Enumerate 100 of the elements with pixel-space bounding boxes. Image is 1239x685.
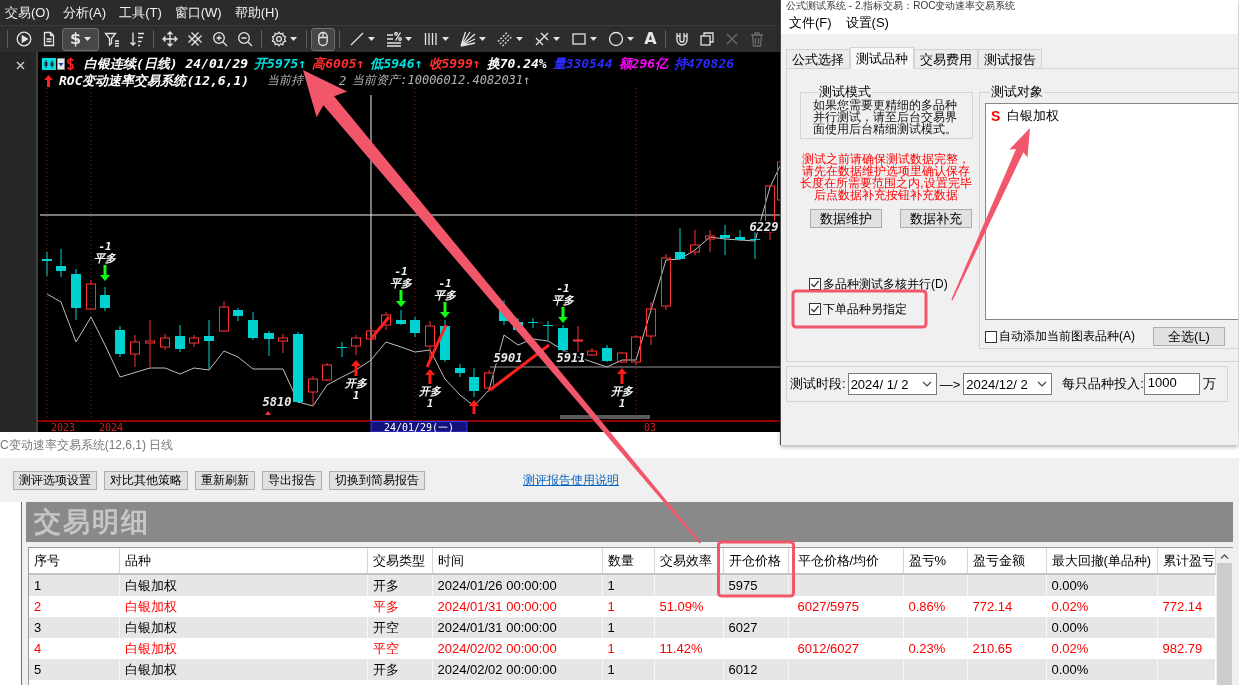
- toolbar-button[interactable]: $: [62, 27, 100, 51]
- candlestick: [484, 369, 494, 393]
- help-link[interactable]: 测评报告使用说明: [523, 472, 619, 489]
- column-header[interactable]: 数量: [602, 548, 654, 574]
- trade-line: [489, 343, 550, 392]
- column-header[interactable]: 累计盈亏: [1157, 548, 1215, 574]
- quote-text: 开5975↑: [254, 54, 307, 73]
- tab[interactable]: 公式选择: [786, 49, 850, 68]
- column-header[interactable]: 盈亏金额: [967, 548, 1046, 574]
- checkbox[interactable]: [809, 303, 821, 315]
- fan-lines-icon: [460, 31, 477, 47]
- menu-item[interactable]: 设置(S): [845, 14, 889, 32]
- column-header[interactable]: 品种: [119, 548, 367, 574]
- checkbox-label[interactable]: 自动添加当前图表品种(A): [999, 328, 1135, 345]
- column-header[interactable]: 交易效率: [654, 548, 723, 574]
- column-header[interactable]: 平仓价格/均价: [788, 548, 903, 574]
- checkbox[interactable]: [809, 278, 821, 290]
- input-field[interactable]: 1000: [1143, 373, 1200, 395]
- close-icon[interactable]: [16, 61, 25, 70]
- table-cell: 6027: [723, 617, 788, 638]
- column-header[interactable]: 时间: [432, 548, 602, 574]
- menu-item[interactable]: 分析(A): [62, 3, 107, 22]
- menu-item[interactable]: 交易(O): [5, 3, 50, 22]
- table-cell: 51.09%: [654, 596, 723, 617]
- toolbar-button[interactable]: 重新刷新: [195, 471, 255, 490]
- filter-icon: [104, 31, 121, 47]
- caret-icon: [553, 37, 561, 41]
- action-button[interactable]: 数据维护: [810, 209, 882, 228]
- toolbar-button[interactable]: 切换到简易报告: [329, 471, 425, 490]
- settings-icon: [271, 31, 288, 47]
- table-row[interactable]: 5 白银加权 开多 2024/02/02 00:00:00 1 6012 0.00%: [29, 659, 1215, 680]
- toolbar-button[interactable]: 测评选项设置: [13, 471, 97, 490]
- menu-item[interactable]: 帮助(H): [234, 3, 279, 22]
- select-all-button[interactable]: 全选(L): [1153, 327, 1225, 346]
- up-arrow-icon: [469, 400, 479, 414]
- action-button[interactable]: 数据补充: [900, 209, 972, 228]
- table-row[interactable]: 2 白银加权 平多 2024/01/31 00:00:00 1 51.09% 6027/5975 0.86% 772.14 0.02% 772.14: [29, 596, 1215, 617]
- column-header[interactable]: 最大回撤(单品种): [1046, 548, 1157, 574]
- candlestick: [219, 300, 229, 333]
- column-header[interactable]: 开仓价格: [723, 548, 788, 574]
- rectangle-icon: [571, 31, 588, 47]
- percent-lines-icon: [386, 31, 403, 47]
- candlestick-icon[interactable]: [42, 57, 56, 70]
- signal-label: 平多: [434, 289, 456, 302]
- windows-icon: [698, 31, 715, 47]
- signal-label: 平多: [552, 294, 574, 307]
- checkbox[interactable]: [985, 330, 997, 343]
- toolbar-button[interactable]: 导出报告: [262, 471, 322, 490]
- chevron-icon: [921, 381, 932, 387]
- checkbox-label[interactable]: 多品种测试多核并行(D): [823, 275, 948, 293]
- field-label: 每只品种投入:: [1062, 375, 1144, 393]
- crosshatch-icon: [187, 31, 204, 47]
- table-cell: 4: [29, 638, 119, 659]
- table-cell: 772.14: [1157, 596, 1215, 617]
- table-cell: 5: [29, 659, 119, 680]
- candlestick: [175, 324, 185, 353]
- caret-icon: [442, 37, 450, 41]
- menu-item[interactable]: 窗口(W): [174, 3, 222, 22]
- range-arrow: —>: [939, 376, 961, 392]
- candlestick: [617, 351, 627, 364]
- candlestick: [248, 311, 258, 341]
- down-arrow-icon: [396, 290, 406, 307]
- tab[interactable]: 交易费用: [914, 49, 978, 68]
- price-label: 5901: [493, 351, 523, 365]
- toolbar-button[interactable]: A: [640, 27, 661, 51]
- tab[interactable]: 测试品种: [850, 47, 914, 69]
- scroll-up-icon[interactable]: [1219, 554, 1229, 559]
- magnet-icon: [673, 31, 690, 47]
- menu-item[interactable]: 工具(T): [119, 3, 162, 22]
- dollar-icon: [66, 56, 75, 71]
- column-header[interactable]: 盈亏%: [903, 548, 967, 574]
- table-cell: 白银加权: [119, 617, 367, 638]
- quote-text: 量330544: [552, 54, 613, 73]
- menu-item[interactable]: 文件(F): [789, 14, 832, 32]
- table-cell: 0.23%: [903, 638, 967, 659]
- table-row[interactable]: 4 白银加权 平空 2024/02/02 00:00:00 1 11.42% 6012/6027 0.23% 210.65 0.02% 982.79: [29, 638, 1215, 659]
- scroll-thumb[interactable]: [1216, 563, 1232, 685]
- trade-line: [369, 316, 391, 340]
- list-item[interactable]: S 白银加权: [991, 108, 1238, 124]
- table-cell: 11.42%: [654, 638, 723, 659]
- signal-label: 平多: [94, 252, 116, 265]
- candlestick: [675, 227, 685, 261]
- market-marker: S: [991, 108, 1001, 124]
- dropdown-icon[interactable]: [57, 57, 65, 70]
- checkbox-label[interactable]: 下单品种另指定: [823, 300, 907, 318]
- date-picker[interactable]: 2024/12/ 2: [963, 373, 1053, 395]
- candlestick: [705, 229, 715, 253]
- list-box[interactable]: S 白银加权: [985, 103, 1238, 320]
- date-picker[interactable]: 2024/ 1/ 2: [847, 373, 937, 395]
- candlestick: [631, 334, 641, 366]
- toolbar-button[interactable]: 对比其他策略: [104, 471, 188, 490]
- tab[interactable]: 测试报告: [978, 49, 1042, 68]
- column-header[interactable]: 交易类型: [367, 548, 432, 574]
- toolbar-button[interactable]: [311, 27, 336, 51]
- column-header[interactable]: 序号: [29, 548, 119, 574]
- table-row[interactable]: 1 白银加权 开多 2024/01/26 00:00:00 1 5975 0.00%: [29, 574, 1215, 596]
- table-cell: 2024/01/26 00:00:00: [432, 574, 602, 596]
- status-text: 2: [339, 73, 347, 88]
- table-cell: 白银加权: [119, 638, 367, 659]
- table-row[interactable]: 3 白银加权 开空 2024/01/31 00:00:00 1 6027 0.00%: [29, 617, 1215, 638]
